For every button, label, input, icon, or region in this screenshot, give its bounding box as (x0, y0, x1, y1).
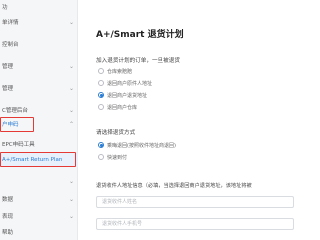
sidebar-item-collapsed[interactable]: ⌄ (0, 175, 78, 189)
option-label: 退回商户退货地址 (107, 92, 148, 99)
sidebar-item-epc-tool[interactable]: EPC申码工具 (0, 138, 78, 152)
sidebar-item-performance[interactable]: 表现 ⌄ (0, 210, 78, 224)
order-option-1[interactable]: 退回商户原件人地址 (98, 79, 152, 87)
sidebar-item-label: C管理后台 (2, 108, 28, 114)
option-label: 退回商户原件人地址 (107, 80, 153, 87)
chevron-down-icon: ⌄ (68, 85, 74, 92)
highlight-box-smart-return-plan (0, 152, 76, 167)
recipient-name-input[interactable] (96, 196, 294, 208)
sidebar-item-label: 单详情 (2, 20, 19, 26)
option-label: 快速到付 (107, 154, 128, 161)
sidebar-item-label: 控制台 (2, 42, 19, 48)
page-title: A+/Smart 退货计划 (96, 30, 184, 40)
app-page: 功 单详情 ⌄ 控制台 管理 ⌄ 管理 ⌄ C管理后台 ⌄ 户申码 ⌃ EPC申… (0, 0, 300, 240)
sidebar-item-0[interactable]: 功 (0, 1, 78, 15)
chevron-down-icon: ⌄ (68, 196, 74, 203)
sidebar-item-help[interactable]: 帮助 (0, 226, 78, 240)
sidebar-item-label: 管理 (2, 86, 14, 92)
option-label: 退回商户仓库 (107, 104, 138, 111)
radio-icon (98, 80, 104, 86)
recipient-phone-input[interactable] (96, 218, 294, 230)
sidebar-item-console[interactable]: 控制台 (0, 38, 78, 52)
chevron-down-icon: ⌄ (68, 63, 74, 70)
sidebar: 功 单详情 ⌄ 控制台 管理 ⌄ 管理 ⌄ C管理后台 ⌄ 户申码 ⌃ EPC申… (0, 0, 78, 240)
sidebar-item-label: 表现 (2, 214, 14, 220)
radio-checked-icon (98, 142, 104, 148)
order-option-3[interactable]: 退回商户仓库 (98, 103, 137, 111)
chevron-up-icon: ⌃ (68, 121, 74, 128)
order-option-2[interactable]: 退回商户退货地址 (98, 91, 147, 99)
method-section-label: 请选择退货方式 (96, 130, 136, 136)
chevron-down-icon: ⌄ (68, 19, 74, 26)
sidebar-item-management-2[interactable]: 管理 ⌄ (0, 82, 78, 96)
option-label: 仓库索赔赔 (107, 68, 133, 75)
highlight-box-code-application (0, 117, 34, 132)
method-option-0[interactable]: 乘晦退回(按照收件地址商退回) (98, 141, 176, 149)
sidebar-item-label: 帮助 (2, 230, 14, 236)
radio-icon (98, 68, 104, 74)
sidebar-item-management-1[interactable]: 管理 ⌄ (0, 60, 78, 74)
address-section-label: 退货收件人地址信息（必填，当选择退回商户退货地址，该地址将被 (96, 183, 252, 189)
sidebar-item-label: 功 (2, 5, 8, 11)
order-section-label: 加入退货计划的订单，一旦被退货 (96, 58, 180, 64)
radio-icon (98, 104, 104, 110)
chevron-down-icon: ⌄ (68, 178, 74, 185)
sidebar-item-order-details[interactable]: 单详情 ⌄ (0, 16, 78, 30)
chevron-down-icon: ⌄ (68, 107, 74, 114)
option-label: 乘晦退回(按照收件地址商退回) (107, 142, 176, 149)
radio-icon (98, 154, 104, 160)
main-content: A+/Smart 退货计划 加入退货计划的订单，一旦被退货 仓库索赔赔 退回商户… (80, 0, 300, 240)
sidebar-item-c-admin[interactable]: C管理后台 ⌄ (0, 104, 78, 118)
sidebar-item-label: 数据 (2, 197, 14, 203)
method-option-1[interactable]: 快速到付 (98, 153, 127, 161)
order-option-0[interactable]: 仓库索赔赔 (98, 67, 132, 75)
sidebar-item-label: EPC申码工具 (2, 142, 35, 148)
sidebar-item-data[interactable]: 数据 ⌄ (0, 193, 78, 207)
chevron-down-icon: ⌄ (68, 213, 74, 220)
radio-checked-icon (98, 92, 104, 98)
sidebar-item-label: 管理 (2, 64, 14, 70)
